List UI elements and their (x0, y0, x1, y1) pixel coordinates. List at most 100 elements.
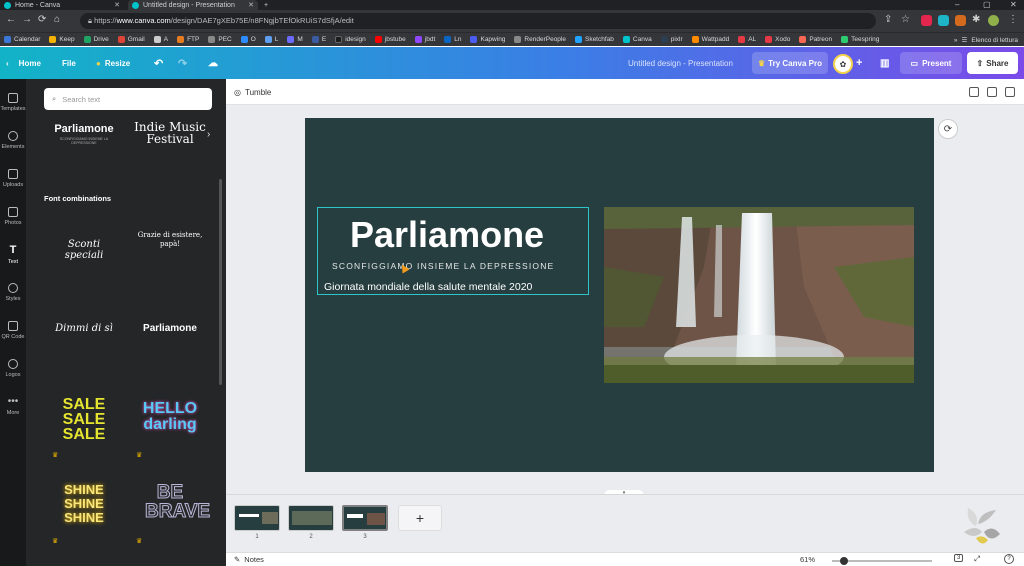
waterfall-photo[interactable] (604, 207, 914, 383)
extension-icon[interactable] (955, 15, 966, 26)
fullscreen-icon[interactable]: ⤢ (974, 554, 980, 564)
undo-icon[interactable]: ↶ (154, 47, 163, 79)
back-icon[interactable]: ← (6, 14, 16, 25)
maximize-icon[interactable]: ▢ (983, 0, 991, 9)
rail-elements[interactable]: Elements (0, 121, 26, 159)
extension-icon[interactable] (938, 15, 949, 26)
font-combo-sale[interactable]: SALE SALE SALE (48, 397, 120, 443)
bookmark-item[interactable]: O (240, 36, 256, 43)
font-combo-grazie[interactable]: Grazie di esistere, papà! (134, 231, 206, 249)
bookmark-item[interactable]: Canva (622, 36, 652, 43)
bookmark-item[interactable]: Patreon (799, 36, 832, 43)
notes-button[interactable]: ✎ Notes (234, 555, 264, 564)
bookmark-item[interactable]: Ln (444, 36, 461, 43)
close-window-icon[interactable]: ✕ (1010, 0, 1017, 9)
slide-title[interactable]: Parliamone (350, 214, 544, 256)
rail-qr-code[interactable]: QR Code (0, 311, 26, 349)
bookmark-star-icon[interactable]: ☆ (901, 14, 910, 25)
home-button[interactable]: ‹ Home (6, 47, 41, 79)
font-combo-dimmi-di-si[interactable]: Dimmi di sì (48, 323, 120, 334)
bookmark-item[interactable]: Calendar (4, 36, 40, 43)
share-page-icon[interactable]: ⇪ (884, 14, 892, 25)
bookmark-item[interactable]: Teespring (841, 36, 879, 43)
refresh-icon[interactable]: ⟳ (938, 119, 958, 139)
forward-icon[interactable]: → (22, 14, 32, 25)
add-page-button[interactable]: + (398, 505, 442, 531)
url-field[interactable]: 🔒︎ https://www.canva.com/design/DAE7gXEb… (80, 13, 876, 29)
selected-text-group[interactable]: Parliamone SCONFIGGIAMO INSIEME LA DEPRE… (317, 207, 589, 295)
close-tab-icon[interactable]: ✕ (114, 1, 120, 9)
font-combo-be-brave[interactable]: BE BRAVE (134, 483, 211, 522)
font-combo-hello-darling[interactable]: HELLO darling (134, 401, 206, 433)
cloud-save-icon[interactable]: ☁ (208, 47, 218, 79)
chevron-right-icon[interactable]: › (207, 129, 210, 140)
bookmark-item[interactable]: PEC (208, 36, 232, 43)
text-template-parliamone[interactable]: Parliamone SCONFIGGIAMO INSIEME LA DEPRE… (48, 123, 120, 145)
bookmark-item[interactable]: FTP (177, 36, 199, 43)
more-bookmarks-icon[interactable]: » (954, 37, 958, 44)
bookmark-item[interactable]: jbstube (374, 36, 406, 43)
rail-photos[interactable]: Photos (0, 197, 26, 235)
panel-scrollbar[interactable] (219, 179, 222, 385)
zoom-slider[interactable] (832, 557, 932, 565)
redo-icon[interactable]: ↷ (178, 47, 187, 79)
present-button[interactable]: ▭ Present (900, 52, 962, 74)
rail-more[interactable]: ••• More (0, 387, 26, 425)
insights-chart-icon[interactable]: ▥ (880, 47, 889, 79)
bookmark-item[interactable]: idesign (335, 36, 366, 43)
home-icon[interactable]: ⌂ (54, 14, 60, 25)
page-thumbnail-3[interactable] (342, 505, 388, 531)
browser-tab-home[interactable]: Home - Canva ✕ (0, 0, 124, 10)
bookmark-item[interactable]: Sketchfab (574, 36, 614, 43)
add-page-icon[interactable] (969, 87, 979, 97)
slide-subtitle[interactable]: SCONFIGGIAMO INSIEME LA DEPRESSIONE (332, 261, 554, 271)
bookmark-item[interactable]: Kapwing (470, 36, 505, 43)
bookmark-item[interactable]: Gmail (117, 36, 145, 43)
rail-uploads[interactable]: Uploads (0, 159, 26, 197)
slide-canvas[interactable]: Parliamone SCONFIGGIAMO INSIEME LA DEPRE… (305, 118, 934, 472)
browser-tab-design[interactable]: Untitled design - Presentation ✕ (128, 0, 258, 10)
browser-menu-icon[interactable]: ⋮ (1008, 14, 1018, 25)
rail-styles[interactable]: Styles (0, 273, 26, 311)
font-combo-parliamone[interactable]: Parliamone (134, 323, 206, 334)
zoom-slider-knob[interactable] (840, 557, 848, 565)
font-combo-shine[interactable]: SHINE SHINE SHINE (48, 483, 120, 525)
add-collaborator-icon[interactable]: + (856, 47, 862, 79)
text-template-indie-music-festival[interactable]: Indie Music Festival (134, 121, 206, 145)
help-icon[interactable]: ? (1004, 554, 1014, 564)
bookmark-item[interactable]: jbdt (414, 36, 435, 43)
extension-icon[interactable] (921, 15, 932, 26)
animate-tumble-button[interactable]: ◎ Tumble (234, 79, 271, 105)
bookmark-item[interactable]: AL (738, 36, 756, 43)
bookmark-item[interactable]: pixlr (660, 36, 683, 43)
profile-avatar[interactable] (988, 15, 999, 26)
user-avatar[interactable]: ✿ (833, 54, 853, 74)
page-count-badge[interactable]: 3 (954, 554, 964, 562)
new-tab-button[interactable]: + (260, 0, 274, 10)
page-thumbnail-2[interactable] (288, 505, 334, 531)
reading-list-link[interactable]: Elenco di lettura (971, 37, 1018, 44)
extensions-puzzle-icon[interactable]: ✱ (972, 14, 980, 25)
resize-button[interactable]: ● Resize (96, 47, 130, 79)
rail-text[interactable]: T Text (0, 235, 26, 273)
duplicate-page-icon[interactable] (987, 87, 997, 97)
close-tab-icon[interactable]: ✕ (248, 1, 254, 9)
bookmark-item[interactable]: Xodo (765, 36, 790, 43)
bookmark-item[interactable]: A (153, 36, 168, 43)
rail-templates[interactable]: Templates (0, 83, 26, 121)
minimize-icon[interactable]: – (955, 0, 959, 9)
bookmark-item[interactable]: E (311, 36, 326, 43)
bookmark-item[interactable]: Keep (49, 36, 75, 43)
rail-logos[interactable]: Logos (0, 349, 26, 387)
bookmark-item[interactable]: RenderPeople (514, 36, 566, 43)
delete-page-icon[interactable] (1005, 87, 1015, 97)
file-menu-button[interactable]: File (62, 47, 76, 79)
bookmark-item[interactable]: M (287, 36, 303, 43)
bookmark-item[interactable]: Wattpadd (691, 36, 729, 43)
reload-icon[interactable]: ⟳ (38, 14, 46, 25)
try-canva-pro-button[interactable]: ♛ Try Canva Pro (752, 52, 828, 74)
page-thumbnail-1[interactable] (234, 505, 280, 531)
font-combo-sconti-speciali[interactable]: Sconti speciali (48, 239, 120, 261)
slide-caption[interactable]: Giornata mondiale della salute mentale 2… (324, 281, 532, 293)
share-button[interactable]: ⇧ Share (967, 52, 1018, 74)
